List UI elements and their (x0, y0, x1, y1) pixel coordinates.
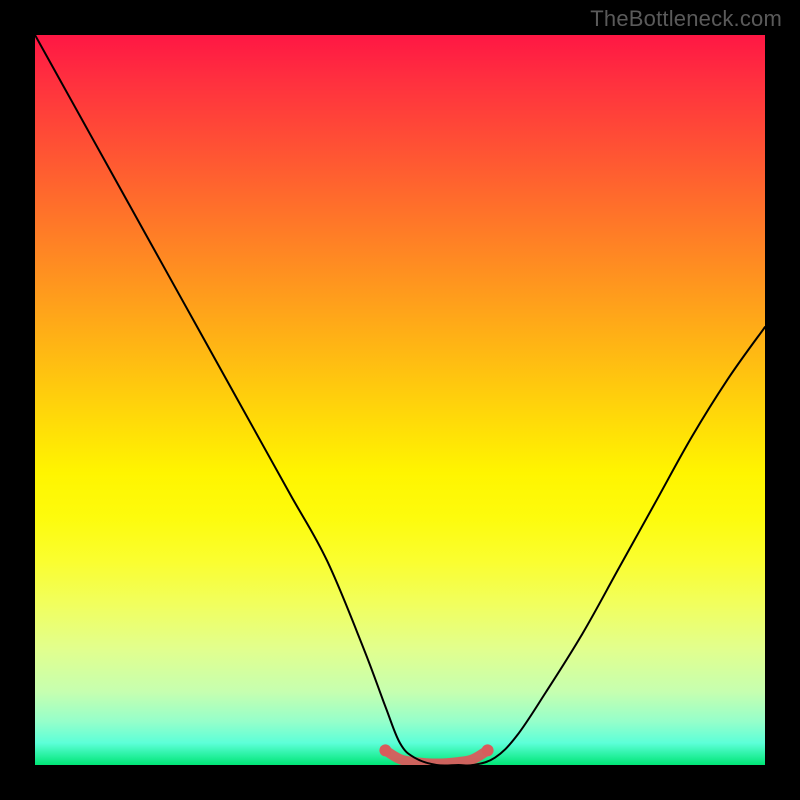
watermark-text: TheBottleneck.com (590, 6, 782, 32)
curve-highlight (385, 750, 487, 763)
highlight-end-dot (482, 744, 494, 756)
chart-plot-area (35, 35, 765, 765)
curve-main (35, 35, 765, 765)
chart-svg (35, 35, 765, 765)
highlight-start-dot (379, 744, 391, 756)
